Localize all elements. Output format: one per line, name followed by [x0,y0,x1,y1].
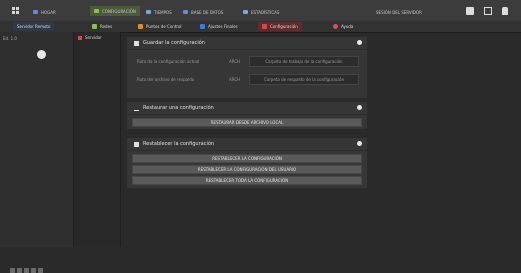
indicator-dot [17,268,22,273]
panel-header: Restablecer la configuración [127,138,367,151]
backup-path-field[interactable]: Carpeta de respaldo de la configuración [249,74,359,85]
reset-config-button[interactable]: RESTABLECER LA CONFIGURACIÓN [132,154,362,163]
backup-path-label: Ruta del archivo de respaldo [137,77,195,82]
save-icon [134,40,139,46]
tab-final-settings[interactable]: Ajustes Finales [196,22,242,31]
config-path-label: Ruta de la configuración actual [137,59,200,64]
tab-networks[interactable]: Redes [88,22,116,31]
server-icon [78,35,82,40]
indicator-dot [10,268,15,273]
info-icon[interactable] [357,141,362,146]
apps-grid-icon[interactable] [12,7,19,14]
backup-path-unit: ARCH [229,77,241,82]
camera-icon[interactable] [466,7,474,15]
nav-home[interactable]: HOGAR [33,8,56,16]
server-list-column: Servidor [74,32,121,247]
lock-icon[interactable] [502,7,508,15]
tab-help[interactable]: Ayuda [329,22,357,31]
tab-configuration[interactable]: Configuración [258,22,302,31]
nav-database[interactable]: BASE DE DATOS [183,8,223,16]
info-icon[interactable] [357,105,362,110]
config-path-unit: ARCH [229,59,241,64]
indicator-dot [24,268,29,273]
reset-config-panel: Restablecer la configuración RESTABLECER… [126,137,368,189]
indicator-dot [31,268,36,273]
left-sidebar: Ed. 1.0 [0,32,74,273]
upload-icon [134,106,139,111]
network-icon [92,24,97,29]
nav-settings[interactable]: CONFIGURACIÓN [90,6,140,16]
restore-from-file-button[interactable]: RESTAURAR DESDE ARCHIVO LOCAL [132,118,362,127]
user-avatar[interactable] [37,50,46,59]
clock-icon [146,10,151,14]
help-icon [333,24,338,29]
save-config-panel: Guardar la configuración Ruta de la conf… [126,36,368,99]
config-path-field[interactable]: Carpeta de trabajo de la configuración [249,56,359,67]
window-icon[interactable] [484,7,492,15]
status-indicators [10,268,43,273]
top-menu-bar: HOGAR CONFIGURACIÓN TIEMPOS BASE DE DATO… [0,0,521,22]
session-label: SESIÓN DEL SERVIDOR [376,9,422,15]
tab-checkpoints[interactable]: Puntos de Control [134,22,186,31]
server-list-item[interactable]: Servidor [78,35,102,40]
tune-icon [200,24,205,29]
reset-all-config-button[interactable]: RESTABLECER TODA LA CONFIGURACIÓN [132,176,362,185]
chart-icon [243,10,248,14]
indicator-dot [38,268,43,273]
home-icon [33,10,38,14]
reset-icon [134,141,139,147]
reset-user-config-button[interactable]: RESTABLECER LA CONFIGURACIÓN DEL USUARIO [132,165,362,174]
settings-icon [94,9,99,13]
database-icon [183,10,188,14]
nav-stats[interactable]: ESTADÍSTICAS [243,8,279,16]
info-icon[interactable] [357,40,362,45]
panel-header: Restaurar una configuración [127,102,367,115]
nav-times[interactable]: TIEMPOS [146,8,172,16]
checkpoint-icon [138,24,143,29]
sidebar-title: Ed. 1.0 [3,36,17,41]
panel-header: Guardar la configuración [127,37,367,50]
restore-config-panel: Restaurar una configuración RESTAURAR DE… [126,101,368,130]
config-icon [262,24,267,29]
tab-remote-server[interactable]: Servidor Remoto [13,22,55,31]
